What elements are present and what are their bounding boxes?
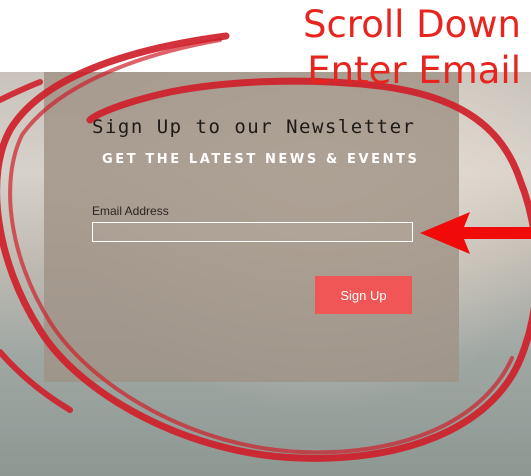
newsletter-subtitle: GET THE LATEST NEWS & EVENTS	[102, 152, 420, 167]
email-input[interactable]	[92, 222, 413, 242]
newsletter-title: Sign Up to our Newsletter	[92, 116, 416, 138]
annotation-scroll-down: Scroll Down	[302, 3, 521, 46]
sign-up-button[interactable]: Sign Up	[315, 276, 412, 314]
annotation-enter-email: Enter Email	[307, 49, 521, 92]
arrow-left-icon	[420, 212, 531, 254]
email-label: Email Address	[92, 204, 169, 218]
page: Sign Up to our Newsletter GET THE LATEST…	[0, 0, 531, 476]
